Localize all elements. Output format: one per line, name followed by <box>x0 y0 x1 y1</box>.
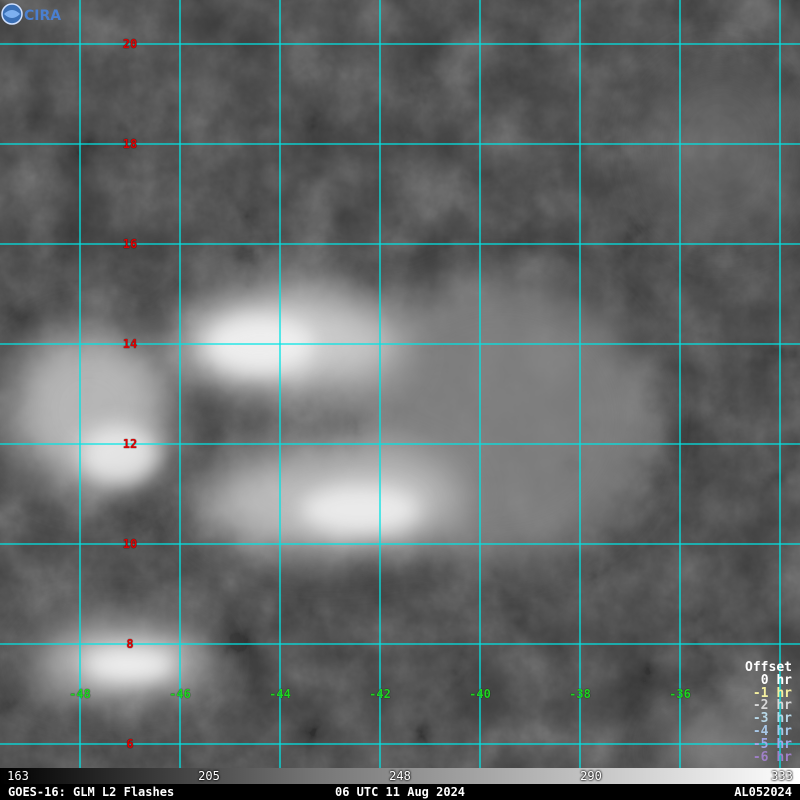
latitude-label: 10 <box>122 537 138 551</box>
colorbar-tick: 333 <box>771 769 793 783</box>
status-source: GOES-16: GLM L2 Flashes <box>8 785 175 799</box>
status-storm-id: AL052024 <box>734 785 792 799</box>
colorbar-tick: 163 <box>7 769 29 783</box>
longitude-label: -40 <box>469 687 491 701</box>
offset-legend: Offset 0 hr -1 hr -2 hr -3 hr -4 hr -5 hr -6 h… <box>745 661 792 765</box>
latitude-label: 8 <box>126 637 134 651</box>
latitude-label: 12 <box>122 437 138 451</box>
colorbar-tick: 248 <box>389 769 411 783</box>
cira-logo: CIRA <box>1 3 61 25</box>
legend-item: -6 hr <box>752 749 792 765</box>
latitude-label: 18 <box>122 137 138 151</box>
latitude-label: 16 <box>122 237 138 251</box>
longitude-label: -42 <box>369 687 391 701</box>
latitude-label: 20 <box>122 37 138 51</box>
longitude-label: -38 <box>569 687 591 701</box>
logo-text: CIRA <box>24 8 61 24</box>
latitude-label: 6 <box>126 737 134 751</box>
colorbar-tick: 290 <box>580 769 602 783</box>
brightness-colorbar: 163 205 248 290 333 <box>0 768 800 784</box>
longitude-label: -36 <box>669 687 691 701</box>
latitude-label: 14 <box>122 337 138 351</box>
colorbar-tick: 205 <box>198 769 220 783</box>
satellite-map: 20 18 16 14 12 10 8 6 -48 -46 -44 -42 -40 -38 -36 CIR… <box>0 0 800 768</box>
status-bar: 06 UTC 11 Aug 2024 GOES-16: GLM L2 Flash… <box>0 784 800 800</box>
longitude-label: -46 <box>169 687 191 701</box>
longitude-label: -44 <box>269 687 291 701</box>
longitude-label: -48 <box>69 687 91 701</box>
satellite-imagery <box>0 0 800 768</box>
